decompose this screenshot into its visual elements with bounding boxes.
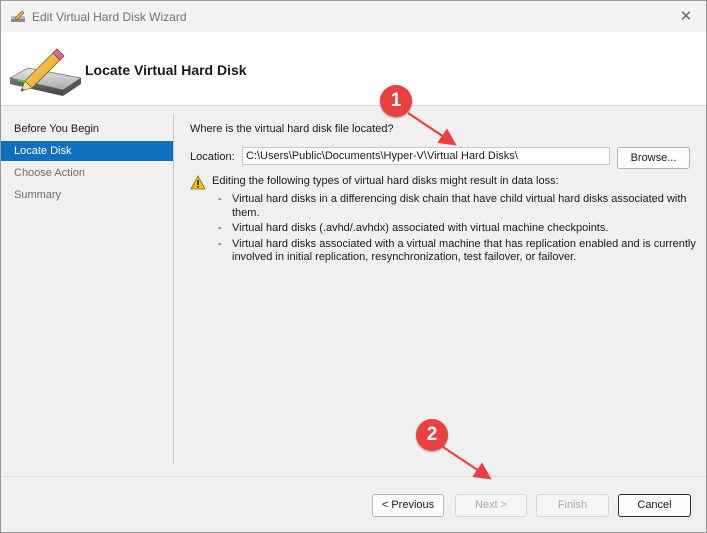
close-button[interactable]: ✕ [666,1,706,32]
list-dash: - [218,193,222,205]
disk-with-pencil-icon [9,48,82,96]
wizard-window: Edit Virtual Hard Disk Wizard ✕ Locate V… [0,0,707,533]
nav-item-locate-disk[interactable]: Locate Disk [1,141,173,161]
list-dash: - [218,237,222,250]
finish-button[interactable]: Finish [536,494,609,517]
cancel-button[interactable]: Cancel [618,494,691,517]
title-bar: Edit Virtual Hard Disk Wizard ✕ [1,1,706,32]
list-item: - Virtual hard disks (.avhd/.avhdx) asso… [212,222,702,236]
wizard-header: Locate Virtual Hard Disk [1,32,706,106]
nav-item-choose-action[interactable]: Choose Action [1,163,173,183]
list-item: - Virtual hard disks in a differencing d… [212,193,702,220]
nav-item-summary[interactable]: Summary [1,185,173,205]
annotation-callout-1: 1 [380,85,412,117]
list-item-text: Virtual hard disks associated with a vir… [232,237,696,264]
annotation-callout-2: 2 [416,419,448,451]
warning-text: Editing the following types of virtual h… [212,175,559,187]
location-question: Where is the virtual hard disk file loca… [190,123,394,135]
warning-triangle-icon [190,175,206,190]
nav-item-before-you-begin[interactable]: Before You Begin [1,119,173,139]
list-item-text: Virtual hard disks in a differencing dis… [232,193,687,219]
close-icon: ✕ [679,8,693,25]
previous-button[interactable]: < Previous [372,494,444,517]
location-label: Location: [190,151,235,163]
app-disk-icon [11,10,25,22]
footer-divider [1,476,706,477]
wizard-steps-nav: Before You Begin Locate Disk Choose Acti… [1,106,173,465]
browse-button[interactable]: Browse... [617,147,690,169]
next-button[interactable]: Next > [455,494,527,517]
list-item-text: Virtual hard disks (.avhd/.avhdx) associ… [232,222,609,234]
list-item: - Virtual hard disks associated with a v… [212,238,702,265]
window-title: Edit Virtual Hard Disk Wizard [32,10,187,24]
list-dash: - [218,222,222,234]
page-title: Locate Virtual Hard Disk [85,62,247,78]
location-input[interactable] [242,147,610,165]
warning-list: - Virtual hard disks in a differencing d… [212,193,702,267]
